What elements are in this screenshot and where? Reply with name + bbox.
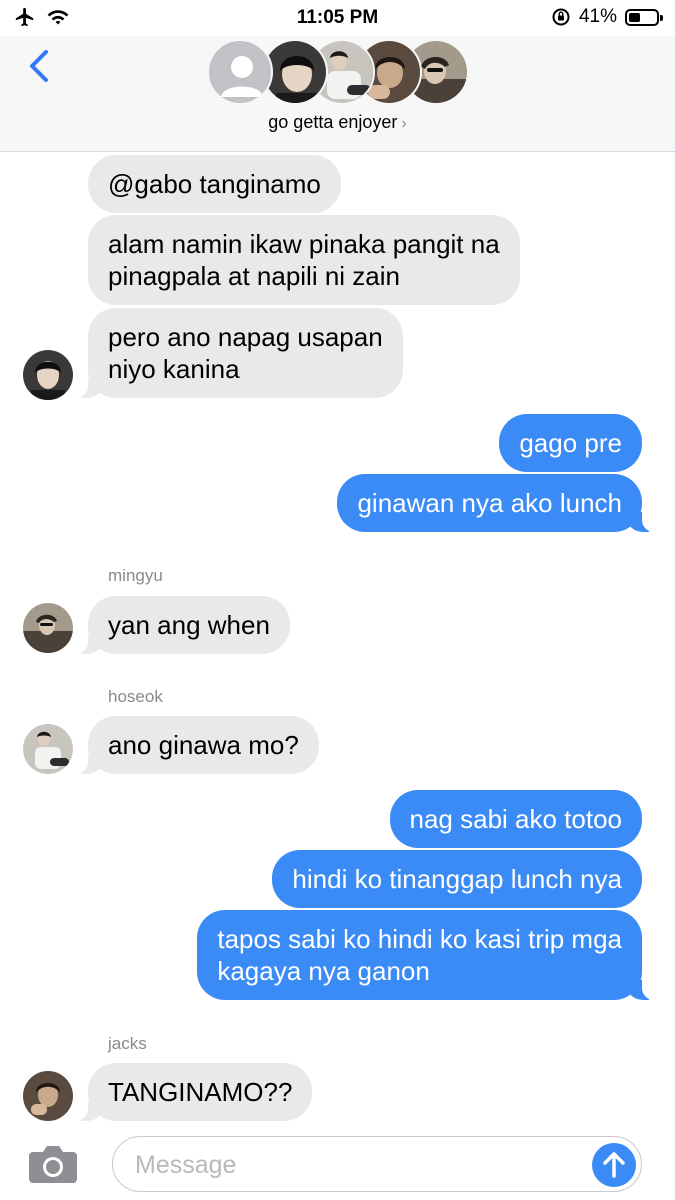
message-text: ginawan nya ako lunch xyxy=(357,488,622,518)
group-name[interactable]: go getta enjoyer › xyxy=(0,112,675,133)
message-bubble-outgoing[interactable]: hindi ko tinanggap lunch nya xyxy=(272,850,642,908)
group-avatars[interactable] xyxy=(207,39,469,107)
send-button[interactable] xyxy=(592,1143,636,1187)
conversation-header: go getta enjoyer › xyxy=(0,36,675,152)
message-composer xyxy=(112,1136,642,1192)
message-input[interactable] xyxy=(135,1147,575,1183)
message-bubble-outgoing[interactable]: tapos sabi ko hindi ko kasi trip mga kag… xyxy=(197,910,655,1000)
sender-avatar[interactable] xyxy=(23,603,73,653)
chevron-right-icon: › xyxy=(401,115,407,132)
camera-button[interactable] xyxy=(27,1143,79,1185)
message-bubble-incoming[interactable]: TANGINAMO?? xyxy=(74,1063,313,1121)
message-text: nag sabi ako totoo xyxy=(409,804,623,834)
message-text: gago pre xyxy=(519,428,622,458)
message-text: @gabo tanginamo xyxy=(108,169,321,199)
sender-avatar[interactable] xyxy=(23,350,73,400)
back-button[interactable] xyxy=(22,46,58,86)
sender-avatar[interactable] xyxy=(23,724,73,774)
person-placeholder-icon xyxy=(221,56,263,97)
message-line: pinagpala at napili ni zain xyxy=(108,261,400,291)
message-bubble-incoming[interactable]: pero ano napag usapan niyo kanina xyxy=(75,308,403,398)
message-line: tapos sabi ko hindi ko kasi trip mga xyxy=(217,924,622,954)
chevron-left-icon xyxy=(30,50,48,82)
orientation-lock-icon xyxy=(552,8,570,26)
member-avatar-1 xyxy=(207,39,273,105)
message-line: niyo kanina xyxy=(108,354,240,384)
message-bubble-outgoing[interactable]: nag sabi ako totoo xyxy=(389,790,642,848)
sender-name: mingyu xyxy=(108,566,163,585)
battery-level xyxy=(629,12,640,22)
message-bubble-incoming[interactable]: @gabo tanginamo xyxy=(88,155,341,213)
message-text: ano ginawa mo? xyxy=(108,730,299,760)
message-text: TANGINAMO?? xyxy=(108,1077,293,1107)
status-bar: 11:05 PM 41% xyxy=(0,0,675,36)
battery-percent: 41% xyxy=(578,6,617,27)
group-name-text: go getta enjoyer xyxy=(268,112,398,132)
message-line: pero ano napag usapan xyxy=(108,322,383,352)
message-bubble-outgoing[interactable]: gago pre xyxy=(499,414,642,472)
message-bubble-incoming[interactable]: alam namin ikaw pinaka pangit na pinagpa… xyxy=(88,215,520,305)
message-bubble-incoming[interactable]: ano ginawa mo? xyxy=(75,716,319,774)
message-bubble-outgoing[interactable]: ginawan nya ako lunch xyxy=(337,474,655,532)
message-text: yan ang when xyxy=(108,610,270,640)
message-line: kagaya nya ganon xyxy=(217,956,430,986)
arrow-up-icon xyxy=(603,1152,625,1178)
message-bubble-incoming[interactable]: yan ang when xyxy=(75,596,290,654)
camera-icon xyxy=(29,1146,77,1183)
sender-avatar[interactable] xyxy=(23,1071,73,1121)
status-right: 41% xyxy=(551,6,663,28)
battery-nub xyxy=(660,14,663,21)
sender-name: jacks xyxy=(108,1034,147,1053)
battery-icon xyxy=(625,8,663,26)
sender-name: hoseok xyxy=(108,687,163,706)
message-text: hindi ko tinanggap lunch nya xyxy=(292,864,622,894)
message-line: alam namin ikaw pinaka pangit na xyxy=(108,229,500,259)
